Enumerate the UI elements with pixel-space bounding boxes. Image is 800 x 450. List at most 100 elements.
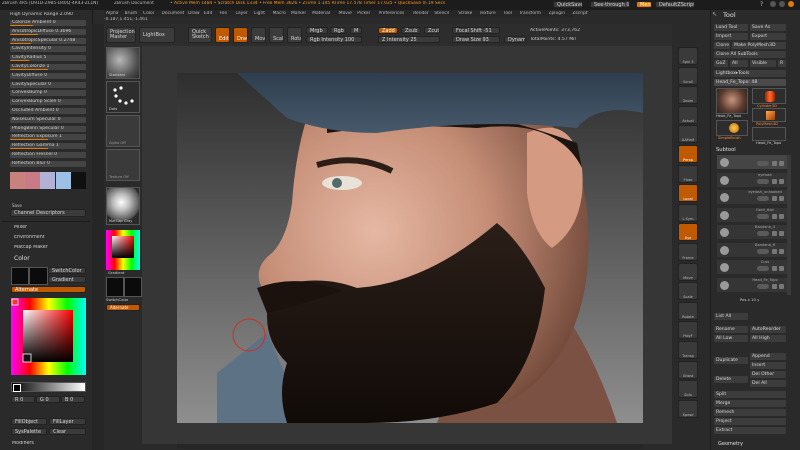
view-ghost-button[interactable]: Ghost	[678, 360, 698, 379]
remesh-button[interactable]: Remesh	[714, 409, 786, 416]
project-button[interactable]: Project	[714, 418, 786, 425]
insert-button[interactable]: Insert	[750, 362, 786, 369]
material-modifier-row[interactable]: Colorize Ambient 0	[10, 20, 86, 26]
menu-item-zplugin[interactable]: Zplugin	[549, 11, 566, 16]
menu-item-alpha[interactable]: Alpha	[106, 11, 118, 16]
view-polyf-button[interactable]: PolyF	[678, 321, 698, 340]
shelf-alternate-button[interactable]: Alternate	[106, 304, 140, 311]
all-low-button[interactable]: All Low	[714, 335, 748, 342]
menu-item-zscript[interactable]: Zscript	[572, 11, 587, 16]
material-modifier-row[interactable]: ConvexBump 0	[10, 90, 86, 97]
lightbox-button[interactable]: LightBox	[139, 27, 175, 43]
view-xyz-button[interactable]: Xyz	[678, 223, 698, 242]
subtool-toggle-icon[interactable]	[779, 213, 784, 219]
view-transp-button[interactable]: Transp	[678, 341, 698, 359]
section-mixer[interactable]: Mixer	[14, 225, 27, 230]
mini-swatch-secondary[interactable]	[124, 277, 142, 297]
projection-master-button[interactable]: Projection Master	[106, 27, 136, 43]
filllayer-button[interactable]: FillLayer	[49, 418, 86, 425]
color-swatch[interactable]	[40, 172, 56, 189]
subtool-toggle-icon[interactable]	[772, 178, 777, 184]
material-modifier-row[interactable]: Reflection Blur 0	[10, 160, 86, 167]
rgb-slider[interactable]: R 0	[11, 396, 35, 403]
channel-descriptors-button[interactable]: Channel Descriptors	[10, 209, 86, 217]
delete-button[interactable]: Delete	[714, 376, 748, 383]
canvas-scroll-h[interactable]	[177, 444, 643, 449]
color-swatch[interactable]	[25, 172, 41, 189]
rgb-slider[interactable]: B 0	[61, 396, 85, 403]
menu-item-render[interactable]: Render	[413, 11, 429, 16]
merge-button[interactable]: Merge	[714, 400, 786, 407]
canvas-viewport[interactable]	[177, 73, 643, 423]
material-modifier-row[interactable]: CavityRadius 5	[10, 55, 86, 62]
texture-thumbnail[interactable]: Texture Off	[106, 149, 140, 181]
menu-item-color[interactable]: Color	[143, 11, 154, 16]
all-button[interactable]: All	[730, 60, 748, 67]
subtool-item[interactable]	[717, 155, 787, 170]
mini-swatch-primary[interactable]	[106, 277, 124, 297]
subtool-item[interactable]: Bandana_6	[717, 242, 787, 258]
draw-size-slider[interactable]: Draw Size 93	[452, 36, 500, 43]
menu-item-picker[interactable]: Picker	[357, 11, 370, 16]
current-tool-slider[interactable]: Head_Fe_Topo: 48	[714, 79, 786, 86]
syspalette-button[interactable]: SysPalette	[11, 428, 47, 435]
menus-button[interactable]: Menus	[636, 1, 652, 8]
view-persp-button[interactable]: Persp	[678, 145, 698, 163]
seethrough-slider[interactable]: See-through 0	[590, 1, 630, 8]
gradient-button[interactable]: Gradient	[48, 276, 86, 283]
fillobject-button[interactable]: FillObject	[11, 418, 47, 425]
subtool-item[interactable]: Gerit_Hair	[717, 207, 787, 223]
clear-button[interactable]: Clear	[49, 428, 86, 435]
menu-item-preferences[interactable]: Preferences	[379, 11, 405, 16]
subtool-scrollbar[interactable]	[787, 155, 791, 295]
menu-item-document[interactable]: Document	[162, 11, 185, 16]
autoreorder-button[interactable]: AutoReorder	[750, 326, 786, 333]
color-swatch-primary[interactable]	[11, 267, 29, 285]
subtool-visibility-icon[interactable]	[757, 161, 769, 166]
subtool-item[interactable]: eyelash_unhooked	[717, 190, 787, 205]
value-gradient-bar[interactable]	[11, 382, 86, 392]
rotate-button[interactable]: Rotate	[287, 27, 302, 43]
geometry-title[interactable]: Geometry	[718, 441, 743, 447]
material-modifier-row[interactable]: NoiseLum Specular 0	[10, 116, 86, 123]
subtool-visibility-icon[interactable]	[757, 178, 769, 184]
mrgb-button[interactable]: Mrgb	[306, 27, 328, 34]
rgb-slider[interactable]: G 0	[36, 396, 60, 403]
menu-item-material[interactable]: Material	[312, 11, 330, 16]
menu-item-macro[interactable]: Macro	[273, 11, 286, 16]
lightbox-tools-button[interactable]: Lightbox▸Tools	[714, 70, 786, 77]
subtool-toggle-icon[interactable]	[779, 248, 784, 254]
material-modifier-row[interactable]: Reflection Gamma 1	[10, 143, 86, 150]
color-swatch[interactable]	[10, 172, 25, 189]
view-local-button[interactable]: Local	[678, 184, 698, 203]
color-swatch-secondary[interactable]	[29, 267, 48, 285]
material-modifier-row[interactable]: Reflection Fresnel 0	[10, 152, 86, 158]
menu-item-tool[interactable]: Tool	[503, 11, 512, 16]
dynamic-button[interactable]: Dynamic	[504, 36, 526, 43]
switchcolor-button[interactable]: SwitchColor	[48, 267, 86, 274]
view-floor-button[interactable]: Floor	[678, 164, 698, 183]
view-actual-button[interactable]: Actual	[678, 105, 698, 124]
view-zoom-button[interactable]: Zoom	[678, 86, 698, 105]
zadd-button[interactable]: Zadd	[378, 27, 398, 34]
menu-item-layer[interactable]: Layer	[236, 11, 248, 16]
material-modifier-row[interactable]: ConvexBump Scale 0	[10, 99, 86, 106]
move-button[interactable]: Move	[251, 27, 266, 43]
subtool-toggle-icon[interactable]	[772, 213, 777, 219]
subtool-visibility-icon[interactable]	[757, 213, 769, 219]
tool-thumb-polymesh[interactable]	[752, 108, 786, 122]
extract-button[interactable]: Extract	[714, 427, 786, 434]
modifiers-label[interactable]: Modifiers	[12, 441, 34, 446]
export-button[interactable]: Export	[750, 33, 786, 40]
view-frame-button[interactable]: Frame	[678, 243, 698, 261]
material-modifier-row[interactable]: AnisotropicSpecular 0.2748	[10, 37, 86, 44]
make-polymesh-button[interactable]: Make PolyMesh3D	[732, 42, 786, 49]
view-move-button[interactable]: Move	[678, 262, 698, 281]
subtool-toggle-icon[interactable]	[772, 248, 777, 254]
menu-item-brush[interactable]: Brush	[125, 11, 138, 16]
subtool-toggle-icon[interactable]	[772, 231, 777, 236]
material-modifier-row[interactable]: CavitySpecular 0	[10, 81, 86, 88]
save-as-button[interactable]: Save As	[750, 24, 786, 31]
material-modifier-row[interactable]: CavityIntensity 0	[10, 46, 86, 53]
focal-shift-slider[interactable]: Focal Shift -51	[452, 27, 500, 34]
